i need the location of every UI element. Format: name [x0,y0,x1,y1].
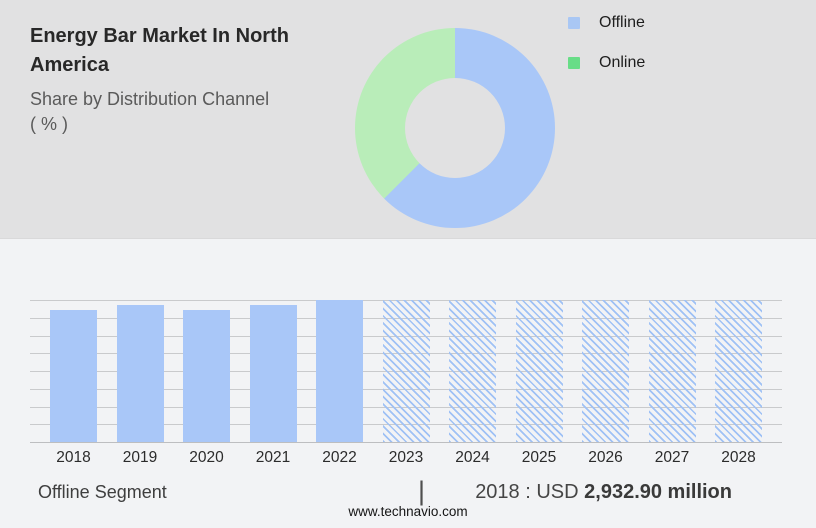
historic-bar [183,310,230,442]
x-axis-label: 2019 [108,449,172,467]
x-axis-label: 2025 [507,449,571,467]
forecast-bar [649,300,696,442]
bar-chart-section: 2018201920202021202220232024202520262027… [0,239,816,528]
bar-chart-plot: 2018 2019 2020 2021 2022 2023 2024 2025 2026 2027… [30,300,782,442]
website-link[interactable]: www.technavio.com [0,504,816,519]
header-section: Energy Bar Market In North America Share… [0,0,816,239]
historic-bar [316,300,363,442]
historic-bar [117,305,164,442]
historic-bar [50,310,97,442]
segment-value: 2018 : USD 2,932.90 million [430,481,732,504]
bar-column-2021: 2021 [250,305,297,442]
bar-column-2026: 2026 [582,300,629,442]
value-amount: 2,932.90 million [584,481,732,503]
segment-label: Offline Segment [38,482,167,503]
legend-label: Offline [599,14,645,32]
bar-column-2020: 2020 [183,310,230,442]
bar-column-2027: 2027 [649,300,696,442]
legend-item-offline: Offline [568,14,645,31]
x-axis-label: 2023 [374,449,438,467]
x-axis-label: 2018 [42,449,106,467]
legend-marker-offline [568,17,580,29]
forecast-bar [582,300,629,442]
bar-column-2018: 2018 [50,310,97,442]
x-axis-label: 2026 [574,449,638,467]
x-axis-label: 2024 [441,449,505,467]
x-axis-label: 2028 [707,449,771,467]
header-block: Energy Bar Market In North America Share… [30,22,360,137]
bar-column-2022: 2022 [316,300,363,442]
forecast-bar [449,300,496,442]
forecast-bar [715,300,762,442]
chart-legend: Offline Online [568,14,645,94]
x-axis-label: 2027 [640,449,704,467]
donut-chart-hole [405,78,505,178]
bar-column-2023: 2023 [383,300,430,442]
gridline [30,442,782,443]
separator: | [418,476,425,507]
legend-item-online: Online [568,54,645,71]
bars-row: 2018 2019 2020 2021 2022 2023 2024 2025 2026 2027… [30,300,782,442]
x-axis-label: 2020 [175,449,239,467]
value-prefix: 2018 : USD [475,481,584,503]
forecast-bar [383,300,430,442]
page-title: Energy Bar Market In North America [30,22,360,80]
legend-marker-online [568,57,580,69]
bar-column-2025: 2025 [516,300,563,442]
historic-bar [250,305,297,442]
forecast-bar [516,300,563,442]
page-subtitle-unit: ( % ) [30,112,360,137]
legend-label: Online [599,54,645,72]
x-axis-label: 2022 [308,449,372,467]
bar-column-2024: 2024 [449,300,496,442]
donut-chart [355,28,555,228]
x-axis-label: 2021 [241,449,305,467]
bar-column-2019: 2019 [117,305,164,442]
bar-column-2028: 2028 [715,300,762,442]
page-subtitle: Share by Distribution Channel [30,87,300,112]
